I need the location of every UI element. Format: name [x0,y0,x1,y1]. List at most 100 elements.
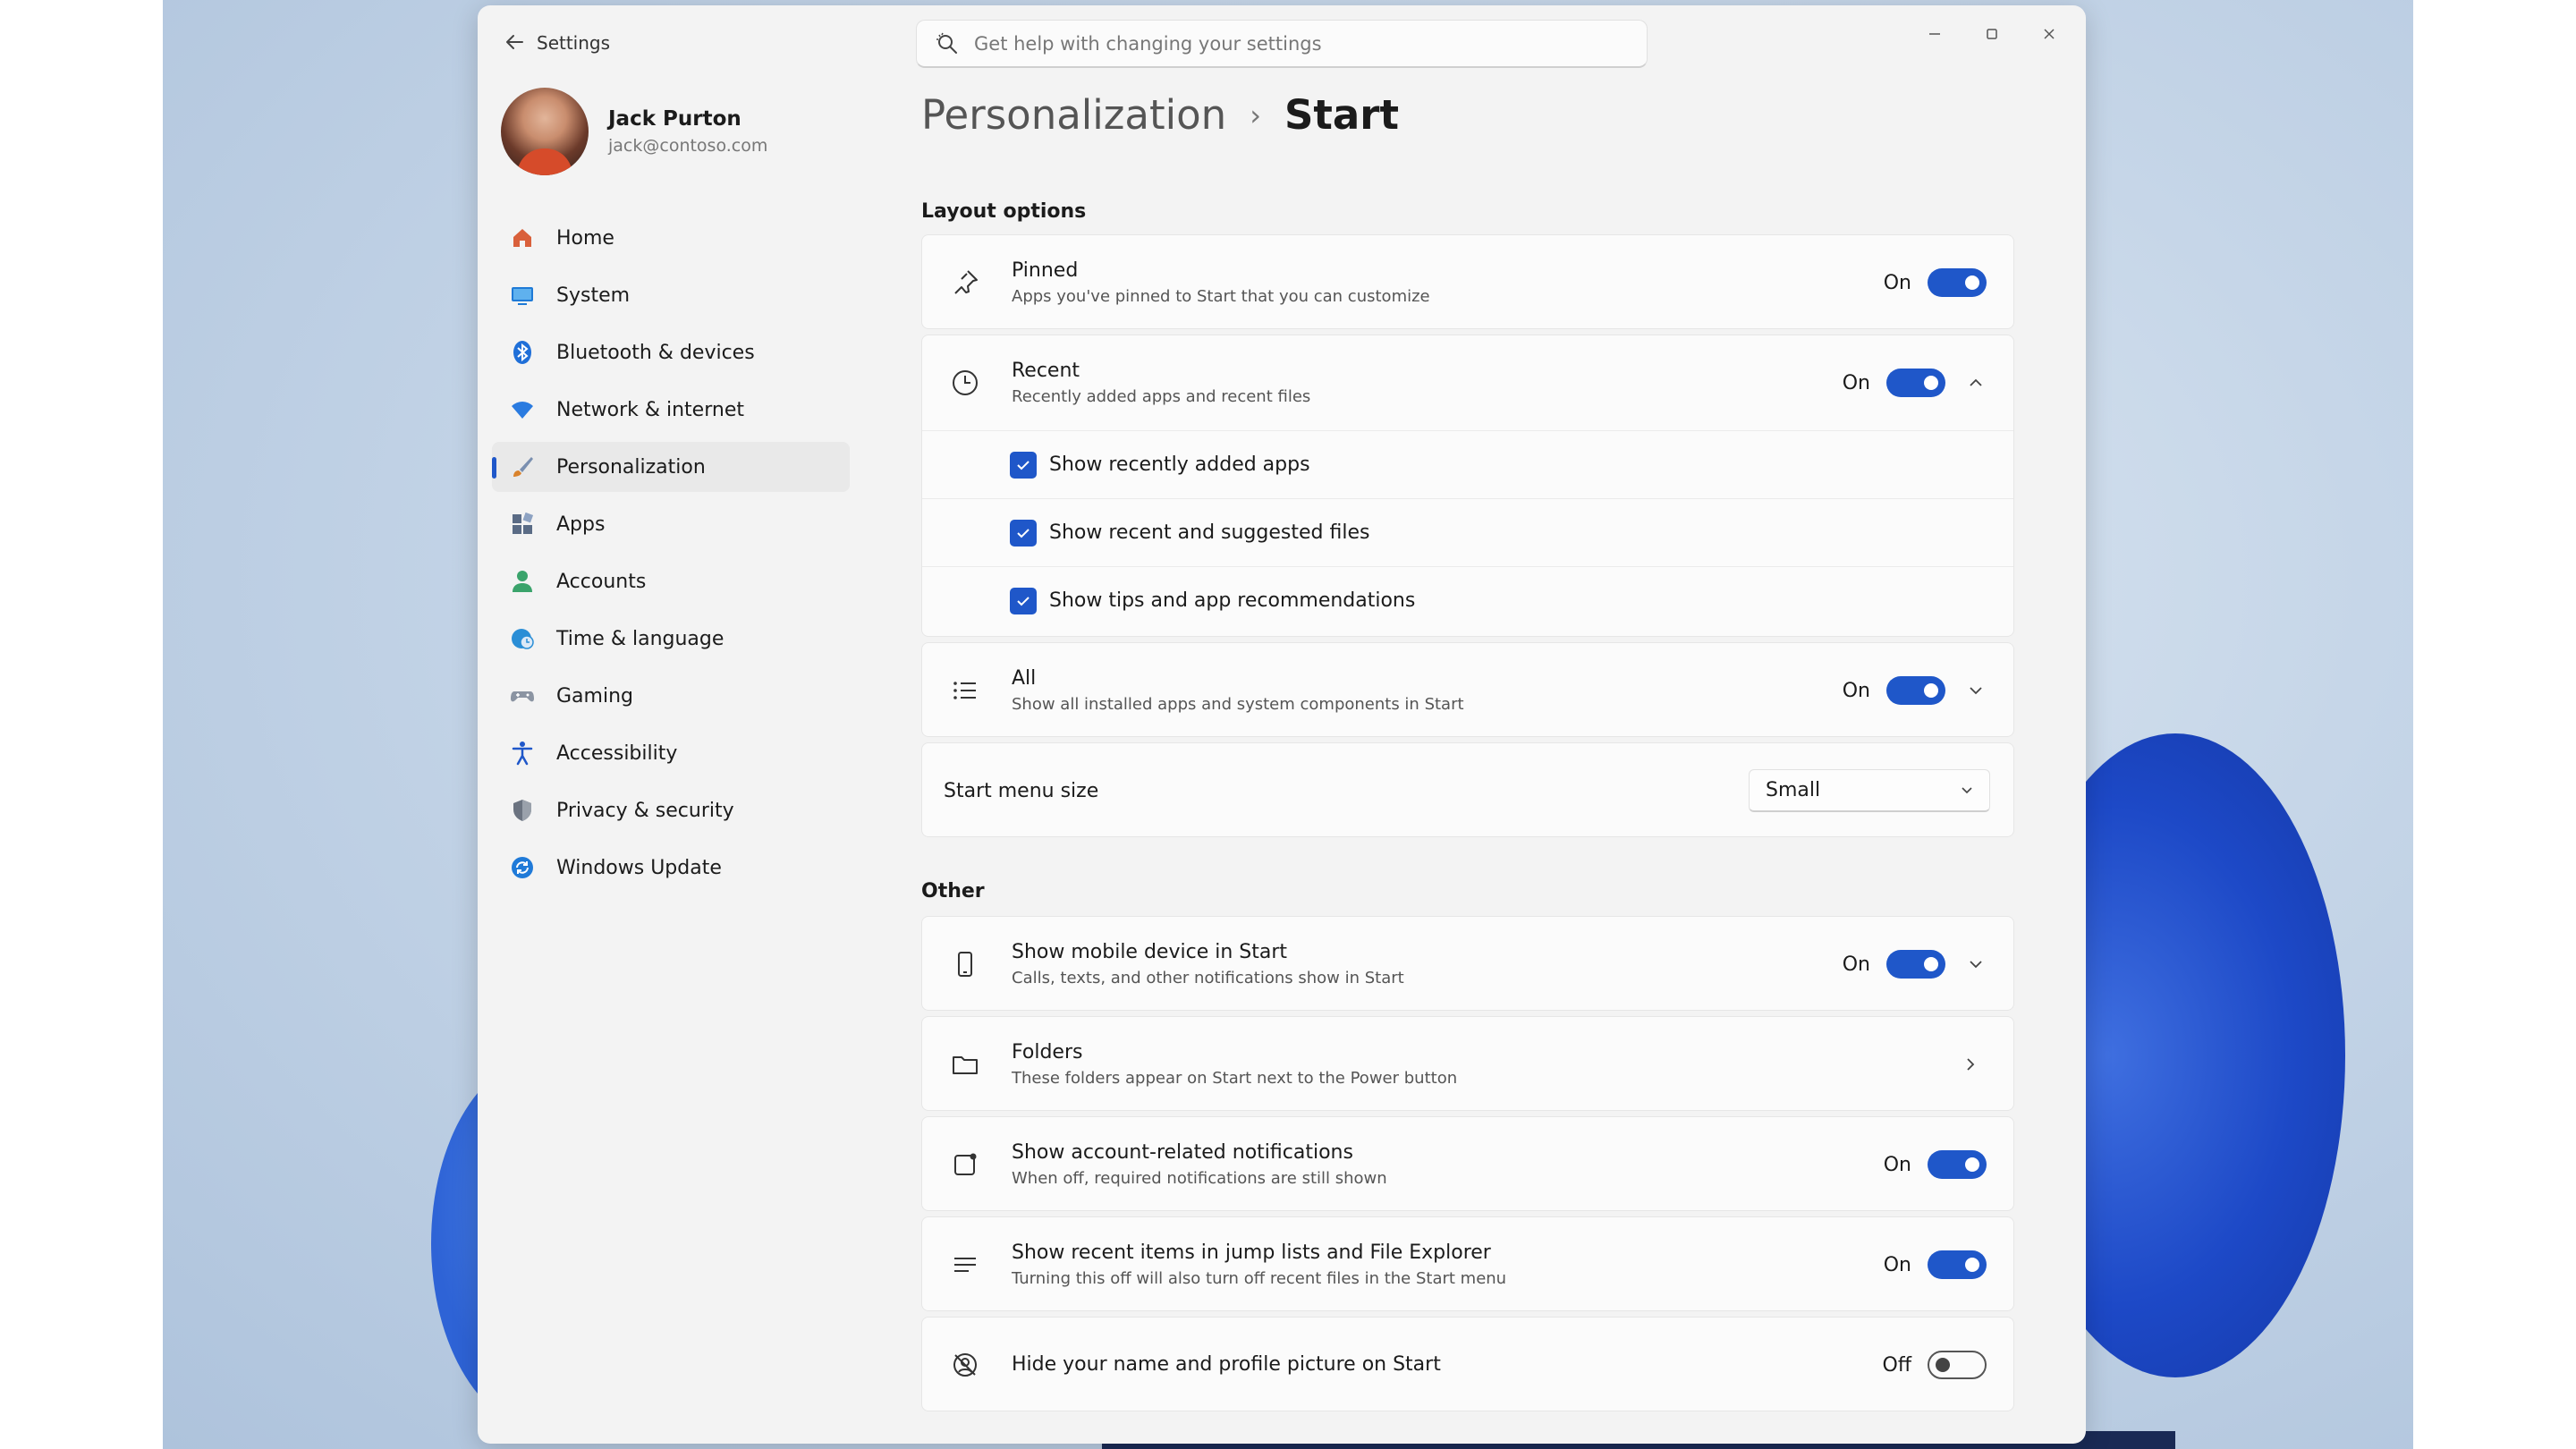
brush-icon [508,453,537,481]
chevron-down-icon[interactable] [1958,950,1994,979]
recent-header[interactable]: Recent Recently added apps and recent fi… [922,335,2013,430]
toggle-state-label: On [1842,679,1870,702]
sidebar-item-network[interactable]: Network & internet [492,385,850,435]
recent-option-tips[interactable]: Show tips and app recommendations [922,566,2013,634]
checkbox-checked[interactable] [1010,587,1037,614]
sidebar-item-system[interactable]: System [492,270,850,320]
setting-title: Recent [1012,360,1080,382]
sidebar-item-label: Bluetooth & devices [556,341,755,364]
sidebar-item-label: Personalization [556,455,706,479]
sidebar-item-privacy-security[interactable]: Privacy & security [492,785,850,835]
maximize-button[interactable] [1973,18,2011,50]
settings-window: Settings Jack Purton jack@contoso.com [478,5,2086,1444]
search-box[interactable] [916,20,1648,68]
sidebar-item-personalization[interactable]: Personalization [492,442,850,492]
setting-all[interactable]: All Show all installed apps and system c… [921,642,2014,737]
bluetooth-icon [508,338,537,367]
breadcrumb-parent[interactable]: Personalization [921,91,1226,139]
mobile-device-toggle[interactable] [1886,950,1945,979]
toggle-state-label: Off [1882,1353,1911,1377]
sidebar-item-gaming[interactable]: Gaming [492,671,850,721]
setting-title: All [1012,667,1037,690]
checkmark-icon [1017,460,1030,470]
setting-description: Turning this off will also turn off rece… [1012,1269,1507,1288]
setting-hide-profile: Hide your name and profile picture on St… [921,1317,2014,1411]
sidebar-item-label: System [556,284,631,307]
dropdown-value: Small [1766,779,1821,801]
jump-lists-toggle[interactable] [1928,1250,1987,1279]
setting-jump-lists: Show recent items in jump lists and File… [921,1216,2014,1311]
setting-recent: Recent Recently added apps and recent fi… [921,335,2014,637]
profile-email: jack@contoso.com [608,136,768,156]
hidden-profile-icon [949,1349,981,1381]
setting-title: Folders [1012,1041,1083,1063]
chevron-down-icon[interactable] [1958,676,1994,705]
sidebar-item-label: Gaming [556,684,633,708]
setting-description: These folders appear on Start next to th… [1012,1069,1458,1088]
sidebar-item-home[interactable]: Home [492,213,850,263]
setting-description: Apps you've pinned to Start that you can… [1012,287,1430,306]
setting-title: Show mobile device in Start [1012,941,1288,963]
setting-mobile-device[interactable]: Show mobile device in Start Calls, texts… [921,916,2014,1011]
toggle-state-label: On [1883,271,1911,294]
account-notifications-toggle[interactable] [1928,1150,1987,1179]
accessibility-icon [508,739,537,767]
setting-description: Recently added apps and recent files [1012,387,1311,406]
recent-option-suggested-files[interactable]: Show recent and suggested files [922,498,2013,566]
sidebar-item-accounts[interactable]: Accounts [492,556,850,606]
setting-description: Show all installed apps and system compo… [1012,695,1464,714]
sidebar-item-bluetooth[interactable]: Bluetooth & devices [492,327,850,377]
checkbox-label: Show recently added apps [1049,453,1310,476]
recent-toggle[interactable] [1886,369,1945,397]
sidebar-item-label: Privacy & security [556,799,734,822]
setting-account-notifications: Show account-related notifications When … [921,1116,2014,1211]
maximize-icon [1987,29,1997,39]
minimize-icon [1929,33,1940,35]
hide-profile-toggle[interactable] [1928,1351,1987,1379]
checkbox-checked[interactable] [1010,519,1037,547]
sidebar-item-windows-update[interactable]: Windows Update [492,843,850,893]
setting-title: Show recent items in jump lists and File… [1012,1241,1491,1264]
sidebar-nav: Home System Bluetooth & devices Network … [492,213,850,900]
chevron-down-icon [1959,783,1975,802]
sidebar-item-accessibility[interactable]: Accessibility [492,728,850,778]
home-icon [508,224,537,252]
list-icon [949,674,981,707]
chevron-right-icon [1953,1050,1988,1079]
setting-title: Show account-related notifications [1012,1141,1353,1164]
title-bar: Settings [478,5,2086,80]
close-icon [2044,29,2055,39]
sidebar-item-apps[interactable]: Apps [492,499,850,549]
checkmark-icon [1017,596,1030,606]
section-title-layout-options: Layout options [921,200,1087,223]
close-button[interactable] [2030,18,2068,50]
app-title: Settings [537,32,611,54]
checkbox-checked[interactable] [1010,451,1037,479]
back-button[interactable] [494,21,535,63]
user-profile[interactable]: Jack Purton jack@contoso.com [501,88,767,175]
checkbox-label: Show recent and suggested files [1049,521,1370,544]
chevron-up-icon[interactable] [1958,369,1994,397]
toggle-state-label: On [1842,953,1870,976]
recent-option-recently-added[interactable]: Show recently added apps [922,430,2013,498]
text-lines-icon [949,1249,981,1281]
checkbox-label: Show tips and app recommendations [1049,589,1416,612]
minimize-button[interactable] [1916,18,1953,50]
sidebar-item-label: Windows Update [556,856,722,879]
pin-icon [949,267,981,299]
notification-badge-icon [949,1148,981,1181]
gamepad-icon [508,682,537,710]
all-toggle[interactable] [1886,676,1945,705]
search-input[interactable] [974,32,1600,55]
toggle-state-label: On [1842,371,1870,394]
setting-folders[interactable]: Folders These folders appear on Start ne… [921,1016,2014,1111]
sidebar-item-time-language[interactable]: Time & language [492,614,850,664]
avatar [501,88,589,175]
globe-clock-icon [508,624,537,653]
toggle-state-label: On [1883,1253,1911,1276]
start-menu-size-dropdown[interactable]: Small [1749,769,1990,812]
sidebar-item-label: Network & internet [556,398,744,421]
pinned-toggle[interactable] [1928,268,1987,297]
wifi-icon [508,395,537,424]
apps-icon [508,510,537,538]
